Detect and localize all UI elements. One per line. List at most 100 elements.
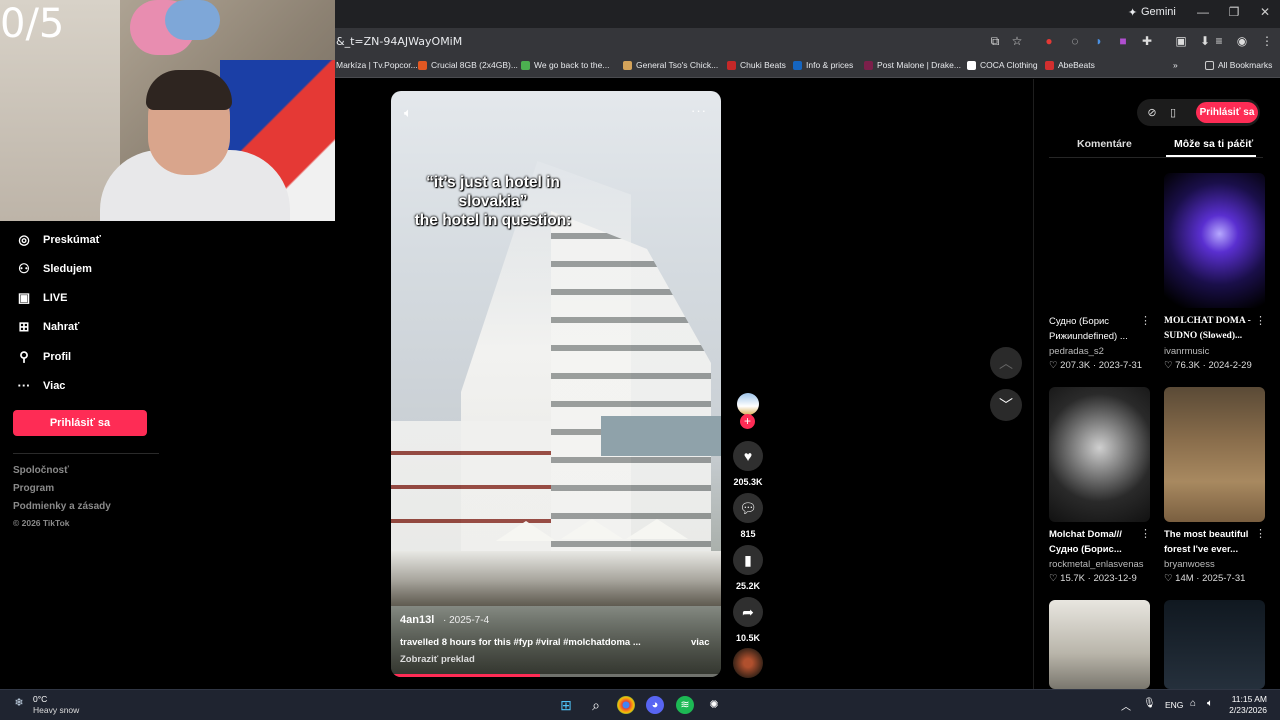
search-icon[interactable]: ⌕ — [587, 696, 605, 714]
card-options-icon[interactable]: ⋮ — [1255, 527, 1266, 540]
music-disc[interactable] — [733, 648, 763, 678]
card-title[interactable]: Molchat Doma/// Судно (Борис... — [1049, 527, 1141, 557]
bookmark-item[interactable]: Crucial 8GB (2x4GB)... — [418, 60, 518, 70]
discord-icon[interactable]: ◕ — [646, 696, 664, 714]
video-progress-bar[interactable] — [391, 674, 721, 677]
like-button[interactable]: ♥ — [733, 441, 763, 471]
bookmark-item[interactable]: Markíza | Tv.Popcor... — [336, 60, 418, 70]
extensions-puzzle-icon[interactable]: ✚ — [1140, 34, 1154, 48]
bookmark-item[interactable]: COCA Clothing — [967, 60, 1038, 70]
card-options-icon[interactable]: ⋮ — [1255, 314, 1266, 327]
next-video-button[interactable]: ﹀ — [990, 389, 1022, 421]
heart-icon: ♥ — [743, 448, 753, 464]
windows-start-icon[interactable]: ⊞ — [557, 696, 575, 714]
language-indicator[interactable]: ENG — [1165, 700, 1183, 710]
video-thumbnail[interactable] — [1164, 600, 1265, 689]
video-author[interactable]: 4an13l — [400, 614, 434, 626]
bookmark-item[interactable]: General Tso's Chick... — [623, 60, 718, 70]
address-bar[interactable]: &_t=ZN-94AJWayOMiM — [336, 35, 462, 48]
coins-icon[interactable]: ⊘ — [1145, 106, 1159, 120]
following-icon: ⚇ — [18, 261, 30, 276]
tab-comments[interactable]: Komentáre — [1077, 138, 1132, 150]
sidebar-item-live[interactable]: ▣ LIVE — [16, 290, 68, 306]
gemini-button[interactable]: Gemini — [1141, 6, 1176, 18]
save-button[interactable]: ▮ — [733, 545, 763, 575]
spotify-icon[interactable]: ≋ — [676, 696, 694, 714]
video-thumbnail[interactable] — [1049, 387, 1150, 522]
cast-icon[interactable]: ▣ — [1174, 34, 1188, 48]
sidebar-item-more[interactable]: ··· Viac — [16, 378, 66, 394]
weather-icon[interactable]: ❄ — [10, 694, 28, 712]
video-thumbnail[interactable] — [1049, 600, 1150, 689]
phone-icon[interactable]: ▯ — [1166, 106, 1180, 120]
card-stats: ♡ 76.3K · 2024-2-29 — [1164, 360, 1252, 371]
clock-time[interactable]: 11:15 AM — [1227, 694, 1267, 704]
volume-tray-icon[interactable]: 🔈︎ — [1207, 698, 1213, 709]
tray-overflow-icon[interactable]: ︿ — [1121, 698, 1131, 713]
header-login-button[interactable]: Prihlásiť sa — [1196, 102, 1258, 123]
close-icon[interactable]: ✕ — [1250, 5, 1280, 19]
comment-button[interactable]: 💬︎ — [733, 493, 763, 523]
gemini-icon[interactable]: ✦ — [1128, 6, 1137, 19]
sidebar-item-following[interactable]: ⚇ Sledujem — [16, 261, 92, 277]
video-options-icon[interactable]: ··· — [691, 103, 707, 118]
card-title[interactable]: Судно (Борис Рижиundefined) ... — [1049, 314, 1141, 344]
app-icon[interactable]: ✺ — [705, 696, 723, 714]
bookmark-item[interactable]: AbeBeats — [1045, 60, 1095, 70]
tab-you-may-like[interactable]: Môže sa ti páčiť — [1174, 138, 1253, 150]
footer-link-terms[interactable]: Podmienky a zásady — [13, 501, 111, 512]
extension-red-icon[interactable]: ● — [1042, 34, 1056, 48]
download-icon[interactable]: ⬇ — [1198, 34, 1212, 48]
network-icon[interactable]: ⌂ — [1190, 698, 1196, 709]
card-options-icon[interactable]: ⋮ — [1140, 314, 1151, 327]
video-thumbnail[interactable] — [1164, 387, 1265, 522]
creator-avatar[interactable] — [737, 393, 759, 415]
bookmarks-overflow-icon[interactable]: » — [1173, 60, 1178, 70]
sidebar-item-upload[interactable]: ⊞ Nahrať — [16, 319, 80, 335]
footer-link-program[interactable]: Program — [13, 483, 54, 494]
weather-description[interactable]: Heavy snow — [33, 705, 79, 715]
minimize-icon[interactable]: — — [1188, 5, 1218, 19]
extension-purple-icon[interactable]: ■ — [1116, 34, 1130, 48]
microphone-icon[interactable]: 🎙︎ — [1143, 698, 1156, 709]
description-more-button[interactable]: viac — [691, 637, 710, 648]
previous-video-button[interactable]: ︿ — [990, 347, 1022, 379]
video-thumbnail[interactable] — [1164, 173, 1265, 308]
translate-button[interactable]: Zobraziť preklad — [400, 654, 475, 665]
bookmark-item[interactable]: We go back to the... — [521, 60, 609, 70]
card-user[interactable]: ivanrmusic — [1164, 346, 1209, 357]
all-bookmarks[interactable]: All Bookmarks — [1205, 60, 1272, 70]
card-user[interactable]: bryanwoess — [1164, 559, 1215, 570]
card-user[interactable]: pedradas_s2 — [1049, 346, 1104, 357]
menu-dots-icon[interactable]: ⋮ — [1260, 34, 1274, 48]
card-title[interactable]: The most beautiful forest I've ever... — [1164, 527, 1256, 557]
comment-count: 815 — [740, 529, 756, 539]
install-icon[interactable]: ⧉ — [988, 34, 1002, 48]
extension-icon[interactable]: ◌ — [1068, 34, 1082, 48]
video-player[interactable]: 🔈︎ ··· “it’s just a hotel in slovakia” t… — [391, 91, 721, 677]
bookmark-star-icon[interactable]: ☆ — [1010, 34, 1024, 48]
reading-list-icon[interactable]: ≡ — [1212, 34, 1226, 48]
bookmark-item[interactable]: Info & prices — [793, 60, 853, 70]
footer-link-company[interactable]: Spoločnosť — [13, 465, 69, 476]
chrome-icon[interactable] — [617, 696, 635, 714]
profile-avatar-icon[interactable]: ◉ — [1235, 34, 1249, 48]
card-title[interactable]: MOLCHAT DOMA - SUDNO (Slowed)... — [1164, 314, 1256, 344]
volume-icon[interactable]: 🔈︎ — [404, 105, 412, 121]
bookmark-item[interactable]: Chuki Beats — [727, 60, 786, 70]
restore-icon[interactable]: ❐ — [1219, 5, 1249, 19]
follow-button[interactable]: + — [740, 414, 755, 429]
share-button[interactable]: ➦ — [733, 597, 763, 627]
bookmark-item[interactable]: Post Malone | Drake... — [864, 60, 961, 70]
sidebar-item-profile[interactable]: ⚲ Profil — [16, 349, 71, 365]
video-thumbnail[interactable] — [1049, 173, 1150, 308]
clock-date[interactable]: 2/23/2026 — [1222, 705, 1267, 715]
card-user[interactable]: rockmetal_enlasvenas — [1049, 559, 1144, 570]
card-options-icon[interactable]: ⋮ — [1140, 527, 1151, 540]
login-button[interactable]: Prihlásiť sa — [13, 410, 147, 436]
weather-temperature[interactable]: 0°C — [33, 694, 47, 704]
folder-icon — [1205, 60, 1214, 70]
extension-blue-icon[interactable]: ◗ — [1092, 34, 1106, 48]
sidebar-item-explore[interactable]: ◎ Preskúmať — [16, 232, 101, 248]
divider — [13, 453, 159, 454]
